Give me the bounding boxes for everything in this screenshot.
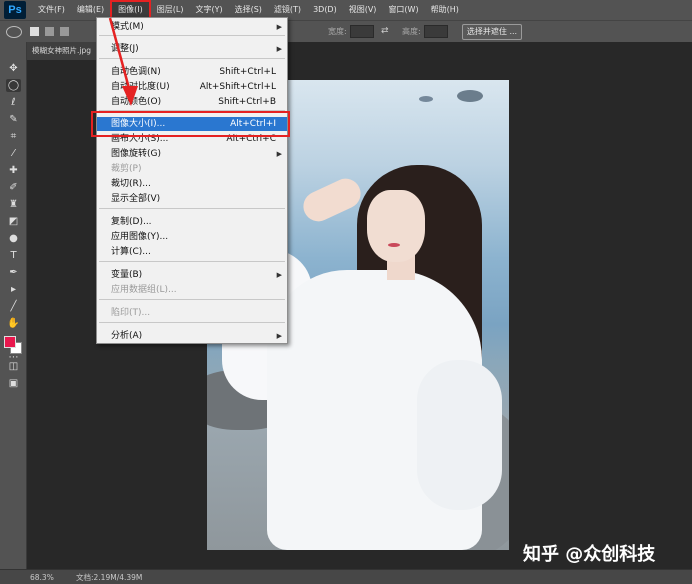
image-menu-item[interactable]: 变量(B) ▶ — [97, 268, 287, 282]
tool-panel: ✥ ◯ ℓ ✎ ⌗ ⁄ ✚ ✐ ♜ ◩ ● T ✒ ▸ ╱ ✋ ⌕ ⋯ ◫ ▣ — [0, 42, 27, 570]
image-menu-item[interactable]: 显示全部(V) — [97, 192, 287, 206]
image-menu-item[interactable]: 计算(C)... — [97, 245, 287, 259]
image-menu-item: 陷印(T)... — [97, 306, 287, 320]
height-field[interactable] — [424, 25, 448, 38]
submenu-arrow-icon: ▶ — [276, 332, 282, 340]
menu-separator — [99, 261, 285, 262]
photoshop-logo: Ps — [4, 1, 26, 19]
submenu-arrow-icon: ▶ — [276, 23, 282, 31]
menu-item-shortcut: Shift+Ctrl+L — [219, 67, 276, 77]
image-menu-item: 裁剪(P) — [97, 162, 287, 176]
menu-9[interactable]: 窗口(W) — [382, 0, 424, 20]
photo-sleeve — [417, 360, 502, 510]
image-menu-item[interactable]: 裁切(R)... — [97, 177, 287, 191]
select-and-mask-button[interactable]: 选择并遮住 ... — [462, 24, 522, 40]
image-menu-item[interactable]: 复制(D)... — [97, 215, 287, 229]
watermark: 知乎 @众创科技 — [523, 544, 656, 565]
type-tool-icon[interactable]: T — [6, 249, 21, 262]
menu-item-label: 计算(C)... — [111, 247, 151, 257]
menu-separator — [99, 208, 285, 209]
height-label: 高度: — [402, 27, 421, 36]
status-bar: 68.3% 文档:2.19M/4.39M — [0, 569, 692, 584]
image-menu-item[interactable]: 应用图像(Y)... — [97, 230, 287, 244]
submenu-arrow-icon: ▶ — [276, 150, 282, 158]
photo-arm — [298, 173, 366, 227]
menu-item-shortcut: Alt+Shift+Ctrl+L — [199, 82, 276, 92]
add-selection-icon[interactable] — [45, 27, 54, 36]
menu-item-label: 复制(D)... — [111, 217, 152, 227]
brush-tool-icon[interactable]: ✐ — [6, 181, 21, 194]
hand-tool-icon[interactable]: ✋ — [6, 317, 21, 330]
quick-select-tool-icon[interactable]: ✎ — [6, 113, 21, 126]
marquee-tool-icon[interactable]: ◯ — [6, 79, 21, 92]
menu-10[interactable]: 帮助(H) — [425, 0, 465, 20]
foreground-color-swatch[interactable] — [4, 336, 16, 348]
menu-separator — [99, 322, 285, 323]
image-menu-item[interactable]: 图像旋转(G) ▶ — [97, 147, 287, 161]
eraser-tool-icon[interactable]: ◩ — [6, 215, 21, 228]
elliptical-marquee-icon[interactable] — [6, 25, 22, 38]
submenu-arrow-icon: ▶ — [276, 45, 282, 53]
eyedropper-tool-icon[interactable]: ⁄ — [6, 147, 21, 160]
zoom-level[interactable]: 68.3% — [30, 573, 60, 582]
width-label: 宽度: — [328, 27, 347, 36]
menu-item-label: 裁切(R)... — [111, 179, 151, 189]
image-menu-item: 应用数据组(L)... — [97, 283, 287, 297]
menu-item-label: 变量(B) — [111, 270, 143, 280]
path-select-tool-icon[interactable]: ▸ — [6, 283, 21, 296]
photo-face — [367, 190, 425, 262]
pen-tool-icon[interactable]: ✒ — [6, 266, 21, 279]
menu-0[interactable]: 文件(F) — [32, 0, 71, 20]
healing-brush-tool-icon[interactable]: ✚ — [6, 164, 21, 177]
menu-item-label: 陷印(T)... — [111, 308, 151, 318]
crop-tool-icon[interactable]: ⌗ — [6, 130, 21, 143]
document-info[interactable]: 文档:2.19M/4.39M — [76, 572, 142, 583]
menu-item-label: 显示全部(V) — [111, 194, 161, 204]
line-tool-icon[interactable]: ╱ — [6, 300, 21, 313]
new-selection-icon[interactable] — [30, 27, 39, 36]
photo-rock — [457, 90, 483, 102]
subtract-selection-icon[interactable] — [60, 27, 69, 36]
menu-item-label: 裁剪(P) — [111, 164, 142, 174]
submenu-arrow-icon: ▶ — [276, 271, 282, 279]
dodge-tool-icon[interactable]: ● — [6, 232, 21, 245]
menu-item-label: 应用数据组(L)... — [111, 285, 177, 295]
photoshop-window: Ps 文件(F) 编辑(E) 图像(I) 图层(L) 文字(Y) 选择(S) 滤镜(T) 3D… — [0, 0, 692, 584]
swap-icon[interactable]: ⇄ — [381, 26, 389, 36]
document-tab[interactable]: 模糊女神照片.jpg — [27, 42, 97, 60]
menu-7[interactable]: 3D(D) — [307, 0, 343, 20]
image-menu-item[interactable]: 分析(A) ▶ — [97, 329, 287, 343]
photo-rock — [419, 96, 433, 102]
width-field[interactable] — [350, 25, 374, 38]
menu-item-shortcut: Shift+Ctrl+B — [218, 97, 276, 107]
menu-separator — [99, 299, 285, 300]
move-tool-icon[interactable]: ✥ — [6, 62, 21, 75]
photo-lips — [388, 243, 400, 247]
menu-item-label: 图像旋转(G) — [111, 149, 161, 159]
screen-mode-icon[interactable]: ▣ — [6, 377, 21, 390]
menu-item-label: 应用图像(Y)... — [111, 232, 169, 242]
stamp-tool-icon[interactable]: ♜ — [6, 198, 21, 211]
menu-8[interactable]: 视图(V) — [343, 0, 383, 20]
lasso-tool-icon[interactable]: ℓ — [6, 96, 21, 109]
quick-mask-icon[interactable]: ◫ — [6, 360, 21, 373]
annotation-arrow-icon — [108, 17, 138, 106]
menu-item-label: 分析(A) — [111, 331, 143, 341]
